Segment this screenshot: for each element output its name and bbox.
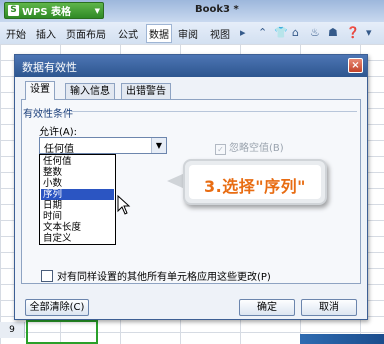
- group-divider: [71, 111, 357, 112]
- allow-label: 允许(A):: [39, 127, 78, 138]
- chevron-up-icon[interactable]: ⌃: [258, 26, 267, 39]
- document-title: Book3 *: [195, 4, 239, 15]
- ignore-blank-checkbox: ✓ 忽略空值(B): [215, 139, 284, 155]
- home-icon[interactable]: ⌂: [292, 26, 299, 39]
- row-header[interactable]: 9: [0, 322, 25, 338]
- chevron-right-icon[interactable]: ▸: [240, 26, 246, 39]
- cake-icon[interactable]: ♨: [310, 26, 320, 39]
- allow-select-value: 任何值: [44, 144, 74, 155]
- mouse-cursor-icon: [117, 194, 131, 218]
- menu-item-home[interactable]: 开始: [6, 26, 26, 41]
- list-item[interactable]: 日期: [41, 200, 114, 211]
- users-icon[interactable]: ☗: [328, 26, 338, 39]
- instruction-callout: 3.选择"序列": [183, 159, 327, 205]
- callout-text: 3.选择"序列": [204, 177, 306, 196]
- menu-item-review[interactable]: 审阅: [178, 26, 198, 41]
- apply-all-label: 对有同样设置的其他所有单元格应用这些更改(P): [57, 272, 271, 283]
- list-item[interactable]: 小数: [41, 178, 114, 189]
- help-icon[interactable]: ❓: [346, 26, 360, 39]
- list-item[interactable]: 时间: [41, 211, 114, 222]
- shirt-icon[interactable]: 👕: [274, 26, 288, 39]
- menu-bar: 开始 插入 页面布局 公式 数据 审阅 视图 ▸ ⌃ 👕 ⌂ ♨ ☗ ❓ ▾: [0, 22, 384, 45]
- title-bar: S WPS 表格 ▼ Book3 *: [0, 0, 384, 22]
- tab-input-message[interactable]: 输入信息: [65, 83, 115, 99]
- ignore-blank-label: 忽略空值(B): [229, 143, 284, 154]
- list-item[interactable]: 文本长度: [41, 222, 114, 233]
- tab-settings[interactable]: 设置: [25, 81, 55, 100]
- selected-cell[interactable]: [26, 320, 98, 344]
- bottom-decoration: [300, 334, 384, 344]
- allow-options-list[interactable]: 任何值 整数 小数 序列 日期 时间 文本长度 自定义: [39, 154, 116, 245]
- tab-error-alert[interactable]: 出错警告: [121, 83, 171, 99]
- checkbox-icon[interactable]: [41, 270, 53, 282]
- wps-logo-icon: S: [8, 5, 19, 16]
- apply-all-checkbox[interactable]: 对有同样设置的其他所有单元格应用这些更改(P): [41, 268, 271, 283]
- chevron-down-icon[interactable]: ▾: [366, 26, 372, 39]
- menu-item-insert[interactable]: 插入: [36, 26, 56, 41]
- close-icon[interactable]: ×: [348, 58, 363, 73]
- clear-all-button[interactable]: 全部清除(C): [25, 299, 89, 316]
- menu-item-page-layout[interactable]: 页面布局: [66, 26, 106, 41]
- dialog-title: 数据有效性: [22, 61, 77, 74]
- ok-button[interactable]: 确定: [239, 299, 295, 316]
- dialog-title-bar[interactable]: 数据有效性 ×: [15, 55, 367, 77]
- list-item[interactable]: 任何值: [41, 156, 114, 167]
- list-item-selected[interactable]: 序列: [41, 189, 114, 200]
- cancel-button[interactable]: 取消: [301, 299, 357, 316]
- menu-item-formulas[interactable]: 公式: [118, 26, 138, 41]
- app-menu-button[interactable]: S WPS 表格 ▼: [4, 2, 104, 19]
- app-name: WPS 表格: [22, 7, 72, 18]
- list-item[interactable]: 整数: [41, 167, 114, 178]
- checkbox-icon: ✓: [215, 144, 226, 155]
- data-validation-dialog: 数据有效性 × 设置 输入信息 出错警告 有效性条件 允许(A): 任何值 ▼ …: [14, 54, 368, 320]
- menu-item-data[interactable]: 数据: [146, 24, 172, 43]
- allow-select[interactable]: 任何值 ▼: [39, 137, 167, 155]
- list-item[interactable]: 自定义: [41, 233, 114, 244]
- group-label: 有效性条件: [23, 109, 73, 120]
- chevron-down-icon[interactable]: ▼: [151, 138, 166, 153]
- menu-item-view[interactable]: 视图: [210, 26, 230, 41]
- chevron-down-icon: ▼: [94, 6, 100, 15]
